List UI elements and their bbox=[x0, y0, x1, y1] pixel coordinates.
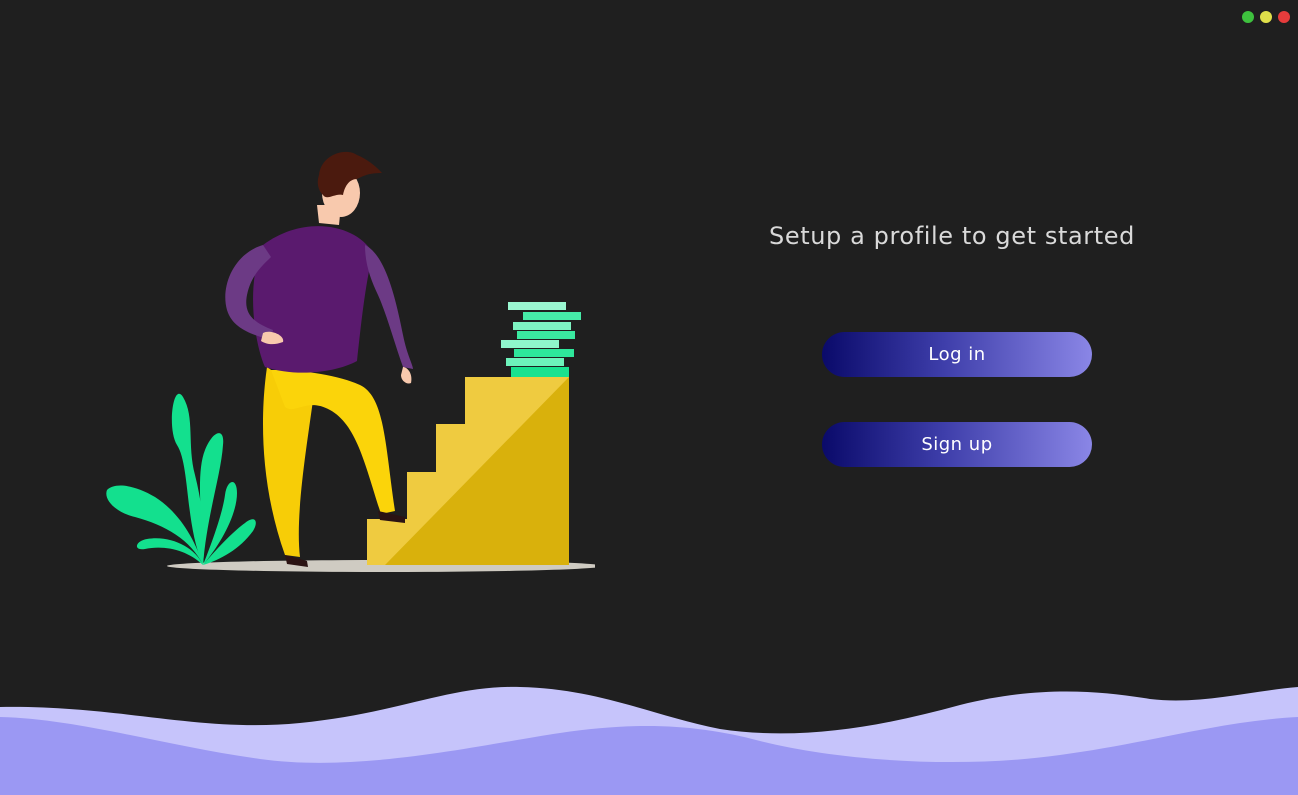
signup-button-label: Sign up bbox=[921, 434, 993, 455]
close-button[interactable] bbox=[1278, 11, 1290, 23]
plant-icon bbox=[106, 393, 256, 565]
window-controls bbox=[1242, 11, 1290, 23]
minimize-button[interactable] bbox=[1260, 11, 1272, 23]
login-button-label: Log in bbox=[928, 344, 986, 365]
stairs bbox=[367, 377, 569, 565]
page-title: Setup a profile to get started bbox=[769, 222, 1135, 250]
stairs-illustration bbox=[106, 151, 595, 572]
money-stack-icon bbox=[501, 302, 581, 377]
person-figure bbox=[225, 151, 413, 567]
signup-button[interactable]: Sign up bbox=[822, 422, 1092, 467]
app-window: Setup a profile to get started Log in Si… bbox=[0, 0, 1298, 795]
maximize-button[interactable] bbox=[1242, 11, 1254, 23]
login-button[interactable]: Log in bbox=[822, 332, 1092, 377]
wave-decoration bbox=[0, 686, 1298, 795]
